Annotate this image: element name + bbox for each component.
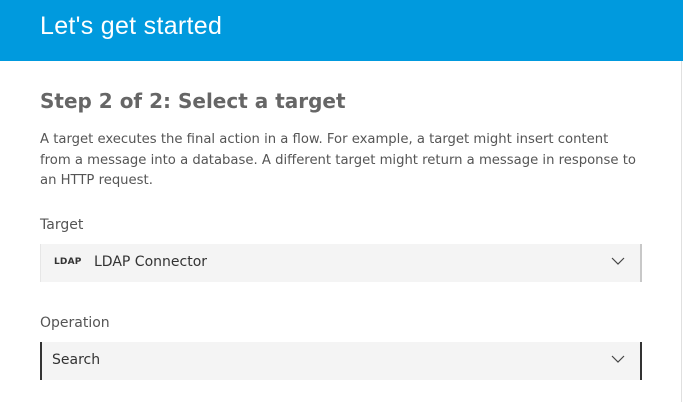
operation-select-value: Search [52,352,101,368]
target-select[interactable]: LDAP LDAP Connector [40,244,642,282]
ldap-connector-icon: LDAP [54,257,82,267]
target-select-value: LDAP Connector [94,254,208,270]
panel-divider [681,61,682,402]
operation-select[interactable]: Search [40,342,642,380]
target-label: Target [40,217,84,233]
operation-label: Operation [40,315,110,331]
chevron-down-icon[interactable] [611,254,625,268]
header-title: Let's get started [40,12,223,40]
step-title: Step 2 of 2: Select a target [40,89,346,113]
chevron-down-icon[interactable] [611,352,625,366]
app-header: Let's get started [0,0,683,61]
step-description: A target executes the final action in a … [40,132,636,188]
